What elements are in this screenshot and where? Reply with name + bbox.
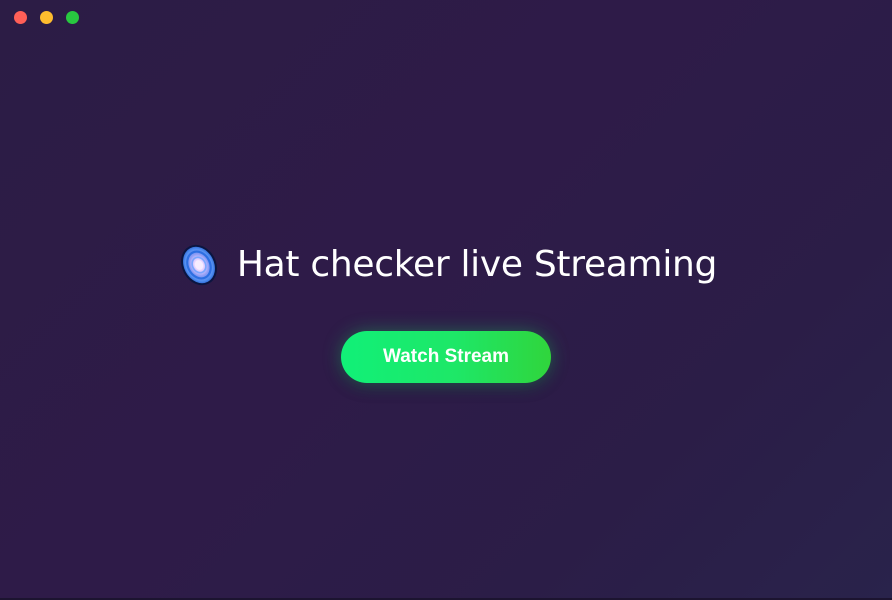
zoom-window-icon[interactable] <box>66 11 79 24</box>
app-window: Hat checker live Streaming Watch Stream <box>0 0 892 600</box>
hero-header: Hat checker live Streaming <box>0 239 892 291</box>
watch-stream-button[interactable]: Watch Stream <box>341 331 551 383</box>
title-row: Hat checker live Streaming <box>175 239 717 291</box>
page-title: Hat checker live Streaming <box>236 244 718 285</box>
close-window-icon[interactable] <box>14 11 27 24</box>
minimize-window-icon[interactable] <box>40 11 53 24</box>
galaxy-orb-icon <box>180 244 217 286</box>
watch-stream-label: Watch Stream <box>383 346 509 367</box>
cta-container: Watch Stream <box>0 331 892 383</box>
window-controls <box>14 11 79 24</box>
